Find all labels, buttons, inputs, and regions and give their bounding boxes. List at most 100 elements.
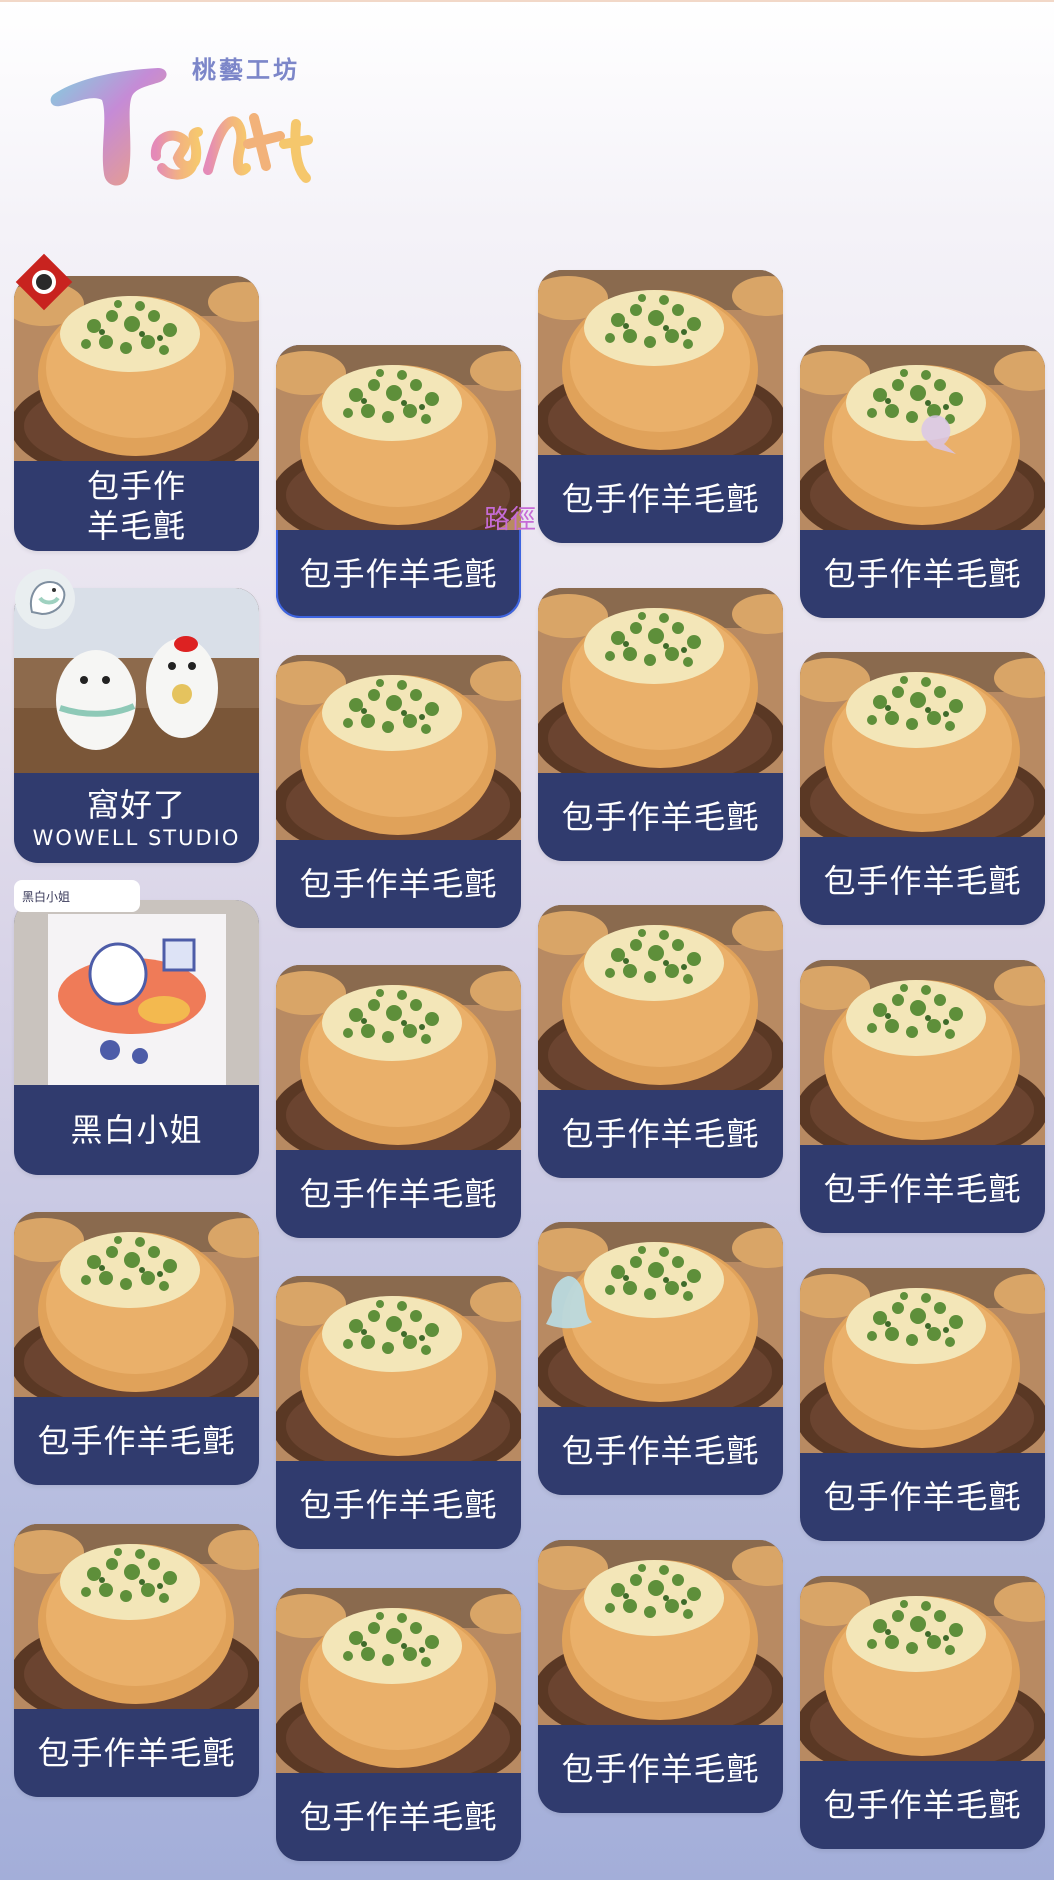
card-title: 包手作羊毛氈 — [561, 1432, 760, 1470]
card-label[interactable]: 窩好了 WOWELL STUDIO — [14, 773, 259, 863]
product-card[interactable]: 包手作羊毛氈 — [276, 965, 521, 1238]
path-label: 路徑 — [484, 505, 537, 535]
bread-photo-icon — [800, 1576, 1045, 1761]
card-title: 包手作羊毛氈 — [299, 865, 498, 903]
product-card[interactable]: 包手作羊毛氈 — [538, 588, 783, 861]
card-title: 包手作羊毛氈 — [823, 1478, 1022, 1516]
card-photo[interactable] — [800, 960, 1045, 1145]
card-label[interactable]: 包手作羊毛氈 — [800, 1145, 1045, 1233]
card-title: 黑白小姐 — [70, 1111, 203, 1149]
bell-sticker-icon — [546, 1276, 592, 1329]
card-label[interactable]: 包手作羊毛氈 — [276, 1773, 521, 1861]
card-title: 包手作羊毛氈 — [561, 480, 760, 518]
card-label[interactable]: 包手作羊毛氈 — [276, 840, 521, 928]
card-label[interactable]: 包手作羊毛氈 — [14, 1709, 259, 1797]
product-card[interactable]: 包手作羊毛氈 — [800, 345, 1045, 618]
card-title: 包手作 — [86, 467, 186, 505]
card-label[interactable]: 包手作羊毛氈 — [276, 530, 521, 618]
store-badge-icon — [15, 253, 73, 311]
product-card[interactable]: 包手作羊毛氈 — [800, 652, 1045, 925]
card-photo[interactable] — [800, 652, 1045, 837]
card-photo[interactable] — [800, 1576, 1045, 1761]
card-photo[interactable] — [538, 270, 783, 455]
bread-photo-icon — [538, 905, 783, 1090]
product-card[interactable]: 包手作羊毛氈 — [538, 905, 783, 1178]
card-photo[interactable] — [538, 905, 783, 1090]
bread-photo-icon — [14, 1524, 259, 1709]
card-title: 包手作羊毛氈 — [561, 1115, 760, 1153]
product-card[interactable]: 包手作羊毛氈 — [800, 1268, 1045, 1541]
bread-photo-icon — [276, 1588, 521, 1773]
bread-photo-icon — [276, 1276, 521, 1461]
bread-photo-icon — [800, 652, 1045, 837]
card-title: 包手作羊毛氈 — [299, 1798, 498, 1836]
product-card[interactable]: 黑白小姐 — [14, 900, 259, 1175]
product-card[interactable]: 包手作羊毛氈 — [14, 276, 259, 551]
card-title: 包手作羊毛氈 — [299, 555, 498, 593]
card-photo[interactable] — [538, 1540, 783, 1725]
card-title-line2: 羊毛氈 — [86, 507, 186, 545]
product-card[interactable]: 包手作羊毛氈 — [14, 1212, 259, 1485]
card-title: 包手作羊毛氈 — [561, 798, 760, 836]
card-title: 包手作羊毛氈 — [37, 1422, 236, 1460]
card-label[interactable]: 包手作羊毛氈 — [538, 1725, 783, 1813]
product-card[interactable]: 包手作羊毛氈 — [276, 1588, 521, 1861]
card-title: 包手作羊毛氈 — [299, 1486, 498, 1524]
brand-tag: 黑白小姐 — [14, 880, 140, 912]
card-label[interactable]: 黑白小姐 — [14, 1085, 259, 1175]
card-title: 包手作羊毛氈 — [37, 1734, 236, 1772]
card-photo[interactable] — [276, 965, 521, 1150]
product-card[interactable]: 包手作羊毛氈 — [276, 345, 521, 618]
bread-photo-icon — [800, 960, 1045, 1145]
card-label[interactable]: 包手作羊毛氈 — [800, 837, 1045, 925]
card-label[interactable]: 包手作羊毛氈 — [800, 1761, 1045, 1849]
card-label[interactable]: 包手作羊毛氈 — [14, 461, 259, 551]
product-card[interactable]: 包手作羊毛氈 — [538, 1222, 783, 1495]
card-photo[interactable] — [276, 1588, 521, 1773]
illustration-photo-icon — [14, 900, 259, 1085]
product-card[interactable]: 包手作羊毛氈 — [800, 960, 1045, 1233]
card-photo[interactable] — [14, 1212, 259, 1397]
card-title: 包手作羊毛氈 — [823, 1786, 1022, 1824]
product-card[interactable]: 包手作羊毛氈 — [276, 655, 521, 928]
card-photo[interactable] — [538, 588, 783, 773]
product-card[interactable]: 包手作羊毛氈 — [538, 1540, 783, 1813]
logo-wordmark-icon — [50, 68, 313, 186]
logo[interactable]: 桃藝工坊 — [48, 48, 348, 198]
product-card[interactable]: 包手作羊毛氈 — [14, 1524, 259, 1797]
bread-photo-icon — [14, 1212, 259, 1397]
card-label[interactable]: 包手作羊毛氈 — [14, 1397, 259, 1485]
card-photo[interactable] — [14, 1524, 259, 1709]
card-label[interactable]: 包手作羊毛氈 — [800, 530, 1045, 618]
product-card[interactable]: 包手作羊毛氈 — [538, 270, 783, 543]
brand-tag-label: 黑白小姐 — [22, 889, 71, 904]
card-photo[interactable] — [14, 900, 259, 1085]
card-photo[interactable] — [276, 655, 521, 840]
bread-photo-icon — [538, 588, 783, 773]
card-label[interactable]: 包手作羊毛氈 — [276, 1461, 521, 1549]
bread-photo-icon — [800, 1268, 1045, 1453]
bread-photo-icon — [538, 270, 783, 455]
bread-photo-icon — [276, 655, 521, 840]
sticker-icon — [921, 415, 956, 454]
card-label[interactable]: 包手作羊毛氈 — [538, 773, 783, 861]
bread-photo-icon — [538, 1540, 783, 1725]
card-label[interactable]: 包手作羊毛氈 — [538, 1090, 783, 1178]
card-label[interactable]: 包手作羊毛氈 — [538, 1407, 783, 1495]
card-title: 包手作羊毛氈 — [823, 1170, 1022, 1208]
card-subtitle: WOWELL STUDIO — [32, 826, 241, 850]
card-photo[interactable] — [276, 1276, 521, 1461]
bird-badge-icon — [15, 569, 75, 629]
card-title: 包手作羊毛氈 — [299, 1175, 498, 1213]
card-title: 窩好了 — [86, 786, 186, 824]
card-label[interactable]: 包手作羊毛氈 — [538, 455, 783, 543]
product-card[interactable]: 包手作羊毛氈 — [800, 1576, 1045, 1849]
card-label[interactable]: 包手作羊毛氈 — [800, 1453, 1045, 1541]
card-title: 包手作羊毛氈 — [823, 555, 1022, 593]
card-label[interactable]: 包手作羊毛氈 — [276, 1150, 521, 1238]
card-title: 包手作羊毛氈 — [823, 862, 1022, 900]
top-divider — [0, 0, 1054, 2]
card-photo[interactable] — [800, 1268, 1045, 1453]
product-card[interactable]: 包手作羊毛氈 — [276, 1276, 521, 1549]
card-title: 包手作羊毛氈 — [561, 1750, 760, 1788]
